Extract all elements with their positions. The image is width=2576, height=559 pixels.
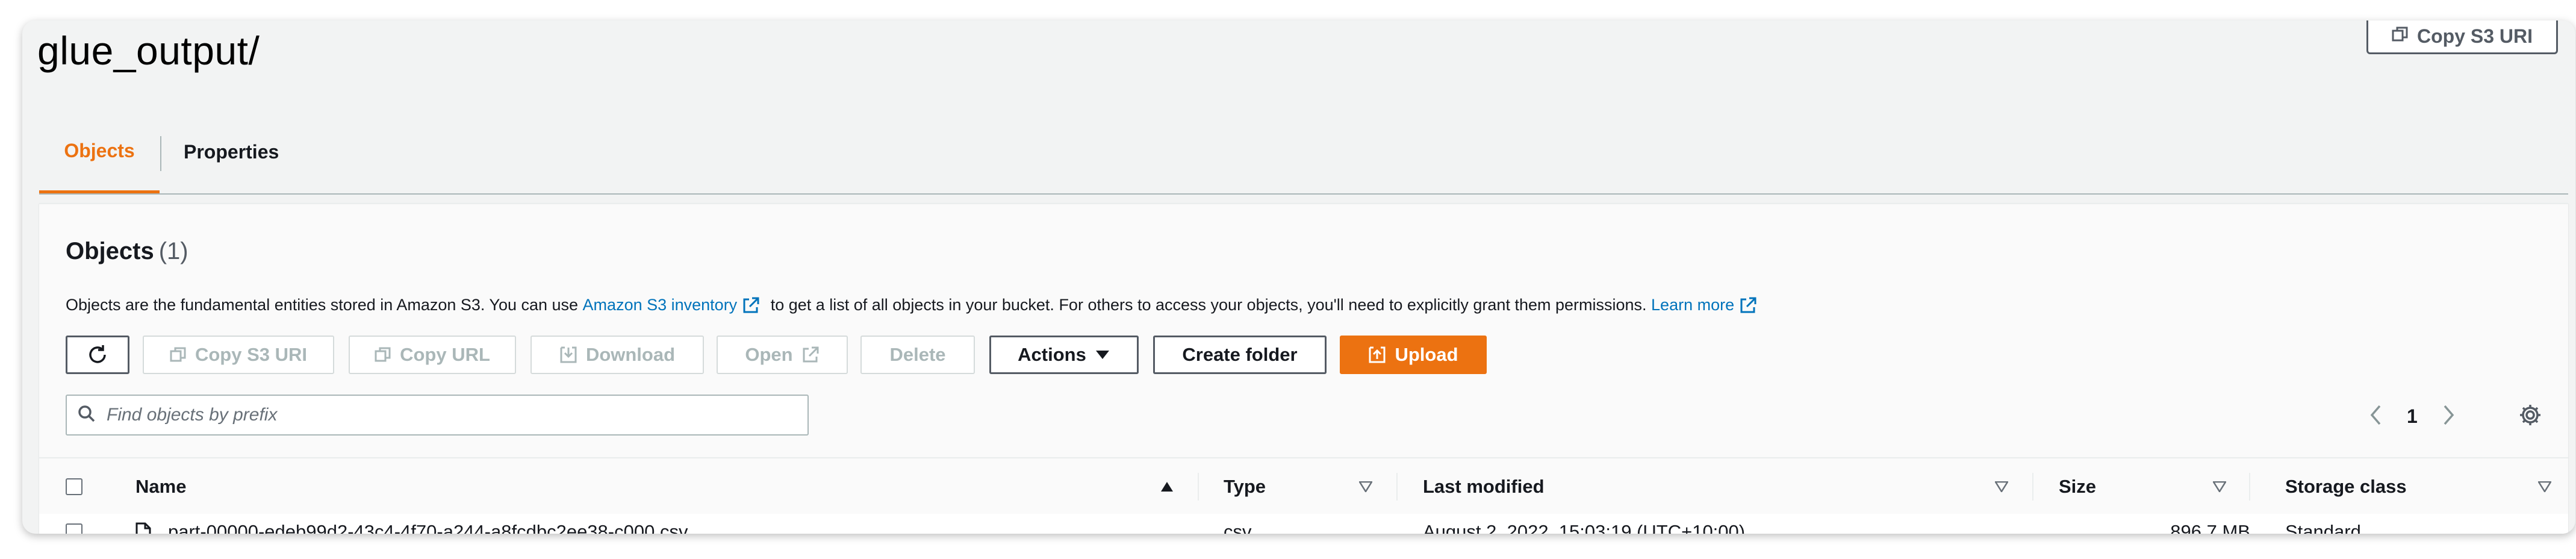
tab-bar: Objects Properties <box>39 111 2568 195</box>
download-icon <box>559 346 577 364</box>
gear-icon[interactable] <box>2518 403 2542 430</box>
pagination: 1 <box>2369 398 2455 434</box>
upload-label: Upload <box>1395 344 1458 365</box>
upload-button[interactable]: Upload <box>1340 336 1487 374</box>
sort-ascending-icon[interactable] <box>1160 458 1174 515</box>
objects-panel-title: Objects (1) <box>66 238 188 265</box>
sort-icon[interactable] <box>1995 458 2008 515</box>
page-number[interactable]: 1 <box>2407 405 2418 428</box>
column-divider <box>1396 473 1398 501</box>
actions-dropdown[interactable]: Actions <box>989 336 1139 374</box>
delete-button[interactable]: Delete <box>860 336 975 374</box>
objects-panel: Objects (1) Objects are the fundamental e… <box>39 203 2568 534</box>
search-icon <box>78 405 96 426</box>
objects-description: Objects are the fundamental entities sto… <box>66 296 1763 314</box>
page-title: glue_output/ <box>37 28 260 73</box>
actions-label: Actions <box>1018 344 1086 365</box>
upload-icon <box>1368 346 1386 364</box>
tabs-underline <box>39 193 2568 195</box>
copy-icon <box>375 346 391 363</box>
copy-s3-uri-button[interactable]: Copy S3 URI <box>143 336 334 374</box>
s3-folder-page: glue_output/ Copy S3 URI Objects Propert… <box>22 20 2575 534</box>
copy-url-label: Copy URL <box>400 344 490 365</box>
column-header-size[interactable]: Size <box>2059 458 2096 515</box>
column-header-type[interactable]: Type <box>1224 458 1266 515</box>
refresh-icon <box>86 343 109 366</box>
object-size: 896.7 MB <box>2170 521 2250 534</box>
open-label: Open <box>745 344 793 365</box>
file-icon <box>135 514 151 534</box>
objects-title-text: Objects <box>66 238 154 264</box>
copy-s3-uri-header-label: Copy S3 URI <box>2416 25 2533 47</box>
tab-properties[interactable]: Properties <box>184 111 279 193</box>
search-box <box>66 395 809 436</box>
tab-divider <box>160 136 161 171</box>
open-button[interactable]: Open <box>717 336 848 374</box>
column-header-name[interactable]: Name <box>135 458 186 515</box>
external-link-icon <box>1739 296 1757 314</box>
refresh-button[interactable] <box>66 336 129 374</box>
learn-more-link[interactable]: Learn more <box>1651 296 1734 314</box>
delete-label: Delete <box>889 344 946 365</box>
search-input[interactable] <box>105 404 770 426</box>
objects-count: (1) <box>158 238 188 264</box>
description-text-2: to get a list of all objects in your buc… <box>766 296 1652 314</box>
object-name-link[interactable]: part-00000-edeb99d2-43c4-4f70-a244-a8fcd… <box>168 514 688 534</box>
select-all-checkbox[interactable] <box>66 458 82 515</box>
object-storage-class: Standard <box>2285 521 2361 534</box>
sort-icon[interactable] <box>2213 458 2226 515</box>
copy-icon <box>2392 25 2409 48</box>
sort-icon[interactable] <box>2538 458 2551 515</box>
external-link-icon <box>742 296 760 314</box>
external-link-icon <box>801 346 820 364</box>
create-folder-label: Create folder <box>1182 344 1298 365</box>
s3-inventory-link[interactable]: Amazon S3 inventory <box>583 296 738 314</box>
copy-url-button[interactable]: Copy URL <box>349 336 516 374</box>
chevron-right-icon[interactable] <box>2443 404 2455 429</box>
sort-icon[interactable] <box>1359 458 1372 515</box>
caret-down-icon <box>1095 349 1110 361</box>
create-folder-button[interactable]: Create folder <box>1153 336 1327 374</box>
row-checkbox[interactable] <box>66 514 82 534</box>
column-divider <box>2249 473 2250 501</box>
description-text-1: Objects are the fundamental entities sto… <box>66 296 583 314</box>
column-divider <box>1198 473 1199 501</box>
chevron-left-icon[interactable] <box>2369 404 2382 429</box>
table-row[interactable]: part-00000-edeb99d2-43c4-4f70-a244-a8fcd… <box>39 514 2568 534</box>
object-type: csv <box>1224 521 1252 534</box>
copy-s3-uri-header-button[interactable]: Copy S3 URI <box>2366 20 2558 54</box>
column-header-storage-class[interactable]: Storage class <box>2285 458 2407 515</box>
copy-icon <box>170 346 187 363</box>
download-label: Download <box>585 344 676 365</box>
copy-s3-uri-label: Copy S3 URI <box>194 344 308 365</box>
tab-objects[interactable]: Objects <box>39 111 160 193</box>
download-button[interactable]: Download <box>530 336 704 374</box>
object-last-modified: August 2, 2022, 15:03:19 (UTC+10:00) <box>1423 521 1746 534</box>
column-divider <box>2032 473 2033 501</box>
column-header-last-modified[interactable]: Last modified <box>1423 458 1545 515</box>
objects-table-header: Name Type Last modified Size Storage cla… <box>39 457 2568 516</box>
